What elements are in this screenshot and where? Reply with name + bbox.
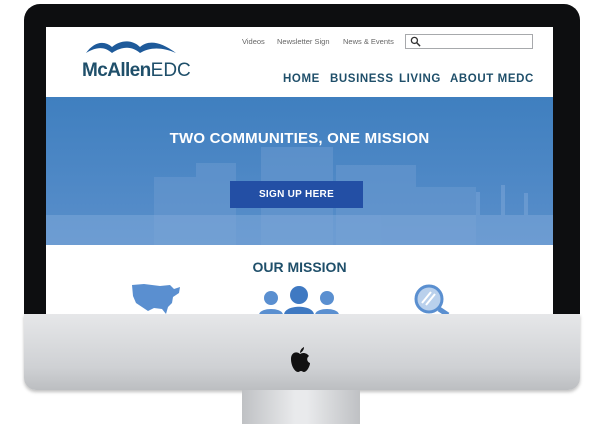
hero-city-background [46,97,553,245]
utility-link-news-events[interactable]: News & Events [343,37,394,46]
utility-link-newsletter-sign[interactable]: Newsletter Sign [277,37,330,46]
search-box[interactable] [405,34,533,49]
nav-home[interactable]: HOME [283,73,320,85]
sign-up-button[interactable]: SIGN UP HERE [230,181,363,208]
nav-about-medc[interactable]: ABOUT MEDC [450,73,534,85]
search-icon[interactable] [410,36,421,47]
mission-title: OUR MISSION [252,259,347,275]
us-map-icon [132,284,180,314]
imac-stand [242,390,360,424]
logo-wave-icon [86,41,176,53]
hero-banner: TWO COMMUNITIES, ONE MISSION SIGN UP HER… [46,97,553,245]
utility-link-videos[interactable]: Videos [242,37,265,46]
site-header: McAllenEDC Videos Newsletter Sign News &… [46,27,553,97]
magnifier-icon [414,284,450,314]
hero-title: TWO COMMUNITIES, ONE MISSION [169,130,430,147]
mission-section: OUR MISSION [46,245,553,314]
apple-logo-icon [291,347,310,372]
nav-living[interactable]: LIVING [399,73,441,85]
nav-business[interactable]: BUSINESS [330,73,394,85]
main-nav: HOME BUSINESS LIVING ABOUT MEDC [46,73,553,89]
people-group-icon [259,286,339,314]
screen: McAllenEDC Videos Newsletter Sign News &… [46,27,553,314]
search-input[interactable] [424,36,528,47]
